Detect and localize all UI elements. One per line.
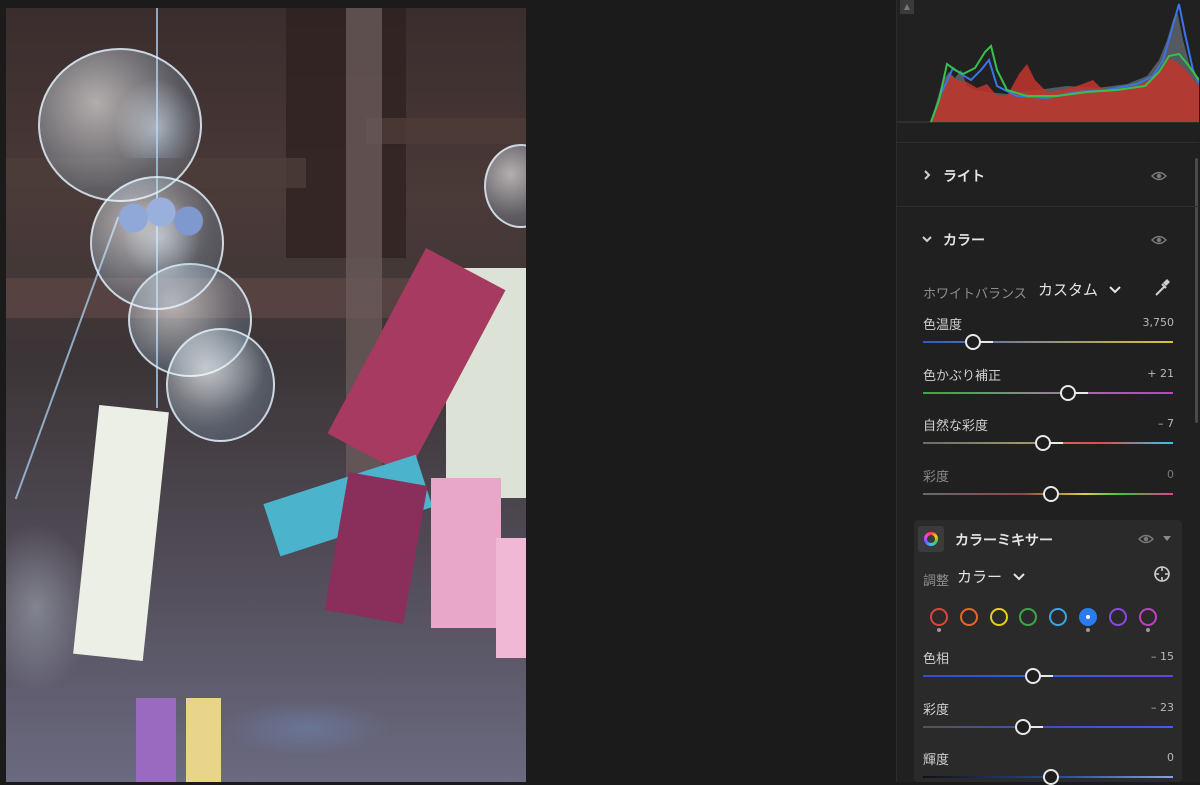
adjust-dropdown[interactable]: カラー	[957, 566, 1025, 587]
white-balance-dropdown[interactable]: カスタム	[1038, 279, 1121, 300]
adjust-value: カラー	[957, 568, 1003, 586]
chevron-right-icon	[924, 170, 931, 180]
divider	[897, 206, 1199, 207]
swatch-purple[interactable]	[1108, 608, 1127, 626]
eye-icon[interactable]	[1151, 170, 1167, 182]
slider-handle[interactable]	[965, 334, 981, 350]
slider-value[interactable]: 0	[1167, 751, 1174, 764]
chevron-down-icon	[922, 236, 932, 243]
chevron-down-icon	[1013, 573, 1025, 581]
panel-scrollbar[interactable]	[1195, 158, 1198, 423]
slider-fill	[1049, 442, 1063, 444]
color-mixer-title: カラーミキサー	[955, 533, 1053, 549]
chevron-down-icon	[1109, 286, 1121, 294]
photo-beam	[366, 118, 526, 144]
swatch-indicator-dot	[1145, 628, 1150, 632]
slider-value[interactable]: + 21	[1147, 367, 1174, 380]
white-balance-value: カスタム	[1038, 281, 1099, 299]
slider-label: 彩度	[923, 702, 950, 718]
adjust-label: 調整	[923, 574, 950, 589]
divider	[897, 142, 1199, 143]
section-header-color[interactable]: カラー	[897, 228, 1199, 250]
photo-wind-chime	[166, 328, 275, 442]
photo-tanzaku	[431, 478, 501, 628]
photo-tanzaku	[186, 698, 221, 782]
slider-value[interactable]: – 23	[1151, 701, 1174, 714]
slider-label: 輝度	[923, 753, 950, 768]
slider-handle[interactable]	[1035, 435, 1051, 451]
eye-icon[interactable]	[1138, 533, 1154, 545]
swatch-blue[interactable]	[1079, 608, 1097, 626]
photo-tanzaku	[496, 538, 526, 658]
edit-panel: ▲ ライト カラー ホワイトバランス カスタム 色温度 3,750 色かぶり補正…	[896, 0, 1200, 785]
slider-label: 色かぶり補正	[923, 368, 1002, 384]
slider-value[interactable]: – 15	[1151, 650, 1174, 663]
slider-label: 自然な彩度	[923, 419, 989, 434]
slider-value[interactable]: 0	[1167, 468, 1174, 481]
swatch-magenta[interactable]	[1138, 608, 1157, 626]
section-title-color: カラー	[943, 233, 985, 249]
slider-label: 色相	[923, 652, 950, 667]
photo-canvas[interactable]	[6, 8, 526, 782]
photo-tanzaku	[136, 698, 176, 782]
slider-track[interactable]	[923, 725, 1173, 728]
slider-handle[interactable]	[1060, 384, 1076, 401]
slider-label: 彩度	[923, 469, 950, 485]
histogram: ▲	[897, 0, 1199, 124]
collapse-caret-icon[interactable]	[1163, 536, 1171, 541]
slider-track[interactable]	[923, 341, 1173, 343]
photo-hydrangea-pattern	[106, 188, 216, 248]
slider-handle[interactable]	[1025, 668, 1041, 684]
eye-icon[interactable]	[1151, 234, 1167, 246]
slider-fill	[979, 341, 993, 343]
slider-label: 色温度	[923, 318, 963, 333]
eyedropper-icon[interactable]	[1153, 278, 1171, 298]
section-title-light: ライト	[943, 169, 985, 185]
slider-handle[interactable]	[1042, 485, 1059, 502]
section-header-light[interactable]: ライト	[897, 164, 1199, 186]
slider-handle[interactable]	[1042, 769, 1059, 785]
slider-track[interactable]	[923, 391, 1173, 394]
photo-wind-chime	[484, 144, 526, 228]
white-balance-label: ホワイトバランス	[923, 287, 1027, 302]
slider-fill	[1039, 675, 1053, 677]
slider-fill	[1074, 391, 1088, 394]
swatch-indicator-dot	[937, 628, 941, 632]
photo-tanzaku	[73, 405, 169, 661]
slider-fill	[1029, 725, 1043, 728]
swatch-red[interactable]	[930, 608, 948, 626]
swatch-orange[interactable]	[959, 608, 978, 626]
swatch-yellow[interactable]	[989, 608, 1008, 626]
slider-value[interactable]: – 7	[1158, 417, 1174, 430]
color-wheel-icon[interactable]	[918, 526, 944, 552]
color-mixer-panel	[914, 520, 1182, 782]
swatch-indicator-dot	[1086, 628, 1090, 632]
target-adjust-icon[interactable]	[1153, 565, 1171, 583]
histogram-clipping-toggle[interactable]: ▲	[900, 0, 914, 14]
slider-value[interactable]: 3,750	[1143, 316, 1175, 329]
slider-handle[interactable]	[1015, 718, 1031, 735]
